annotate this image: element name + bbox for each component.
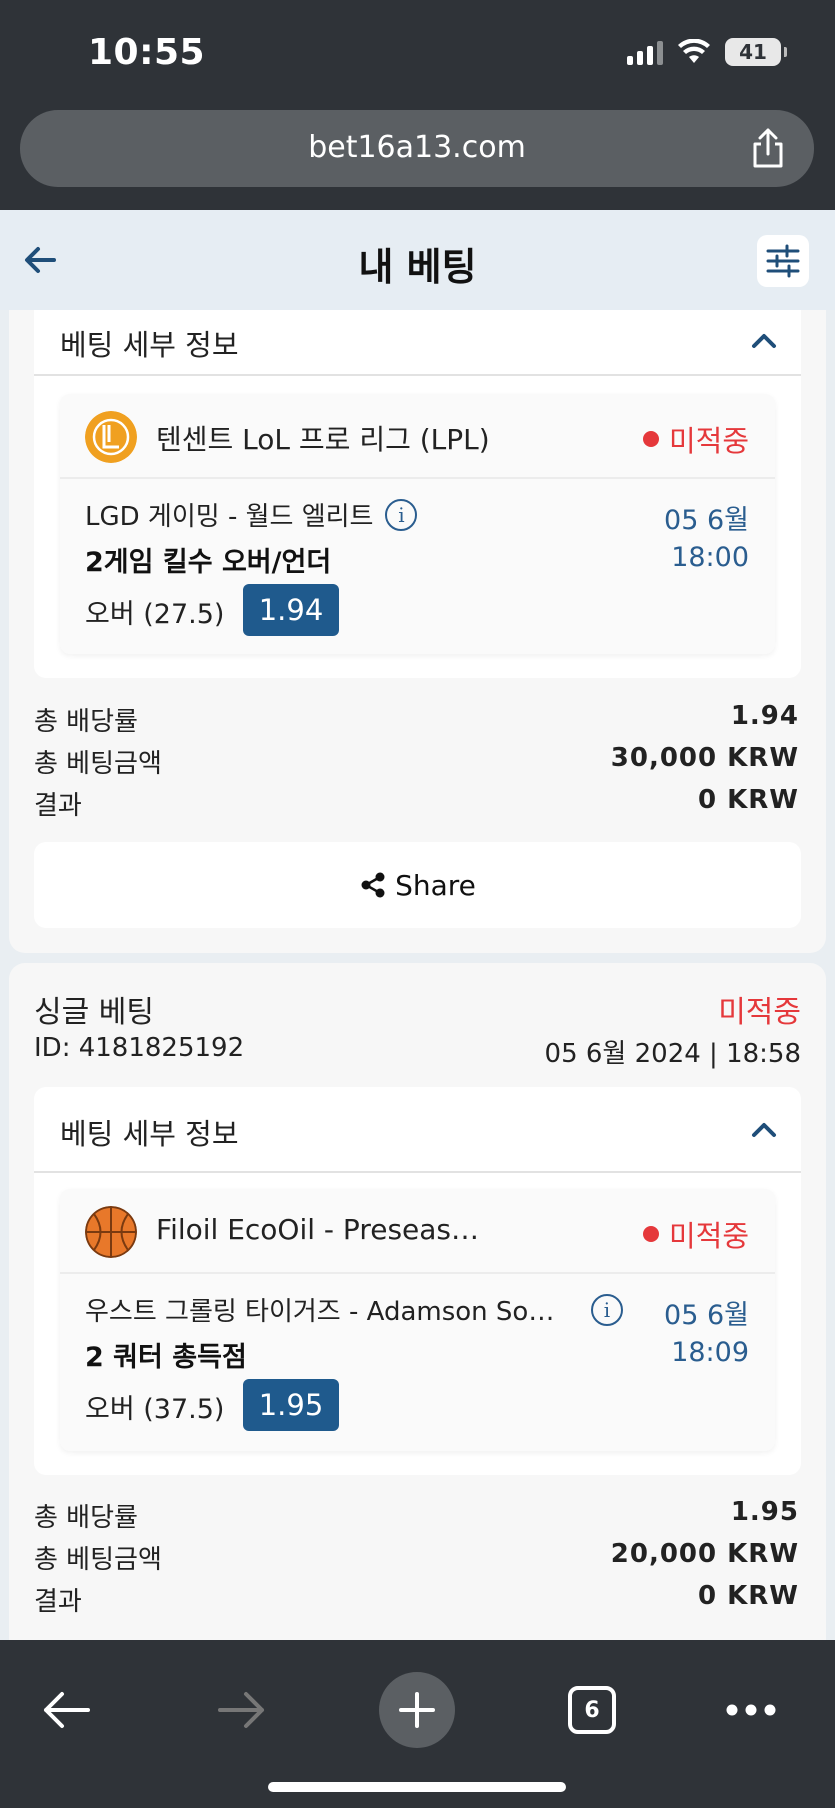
league-name: Filoil EcoOil - Preseason Cup — [156, 1213, 486, 1246]
chevron-up-icon[interactable] — [749, 1115, 779, 1145]
bet-details-header[interactable]: 베팅 세부 정보 — [34, 310, 801, 376]
result-value: 0 KRW — [698, 785, 799, 815]
league-row: 텐센트 LoL 프로 리그 (LPL) 미적중 — [60, 394, 775, 479]
bet-card: 베팅 세부 정보 텐센트 LoL 프로 리그 (LPL) 미적중 LGD 게이밍… — [9, 310, 826, 953]
basketball-icon — [85, 1206, 137, 1258]
selection-status: 미적중 — [642, 1213, 749, 1255]
odds-badge: 1.95 — [243, 1379, 339, 1431]
bet-type: 싱글 베팅 — [34, 995, 154, 1030]
result-label: 결과 — [34, 791, 82, 821]
match-name: 우스트 그롤링 타이거즈 - Adamson Soaring Falcons — [85, 1297, 567, 1327]
browser-back-button[interactable] — [26, 1670, 106, 1750]
info-icon[interactable]: i — [385, 498, 418, 531]
event-date: 05 6월 — [664, 1300, 749, 1331]
info-icon[interactable]: i — [591, 1293, 623, 1326]
total-stake-label: 총 베팅금액 — [34, 1545, 162, 1575]
new-tab-button[interactable] — [377, 1670, 457, 1750]
bet-details-title: 베팅 세부 정보 — [60, 328, 239, 362]
total-odds-value: 1.95 — [730, 1497, 799, 1527]
browser-url-area: bet16a13.com — [0, 100, 835, 210]
total-odds-row: 총 배당률 1.95 — [34, 1497, 799, 1534]
status-time: 10:55 — [88, 32, 206, 73]
bet-selection: 텐센트 LoL 프로 리그 (LPL) 미적중 LGD 게이밍 - 월드 엘리트… — [60, 394, 775, 654]
share-label: Share — [395, 868, 476, 902]
lost-dot-icon — [642, 431, 659, 447]
bet-details-header[interactable]: 베팅 세부 정보 — [34, 1087, 801, 1173]
arrow-right-icon — [218, 1692, 264, 1728]
match-row: LGD 게이밍 - 월드 엘리트 i — [85, 496, 418, 533]
total-odds-row: 총 배당률 1.94 — [34, 701, 799, 738]
more-button[interactable] — [711, 1670, 791, 1750]
url-text: bet16a13.com — [308, 130, 526, 165]
total-stake-row: 총 베팅금액 20,000 KRW — [34, 1539, 799, 1576]
status-icons: 41 — [627, 38, 787, 66]
filter-button[interactable] — [757, 235, 809, 287]
bet-details-panel: 베팅 세부 정보 텐센트 LoL 프로 리그 (LPL) 미적중 LGD 게이밍… — [34, 310, 801, 678]
share-nodes-icon — [361, 872, 385, 898]
selection-status-text: 미적중 — [668, 424, 749, 458]
market-name: 2 쿼터 총득점 — [85, 1342, 247, 1373]
arrow-left-icon — [44, 1692, 90, 1728]
selection-name: 오버 (37.5) — [85, 1394, 225, 1425]
bet-details-panel: 베팅 세부 정보 Filoil EcoOil - Preseason Cup 미… — [34, 1087, 801, 1475]
odds-badge: 1.94 — [243, 584, 339, 636]
result-label: 결과 — [34, 1587, 82, 1617]
event-time: 18:09 — [671, 1337, 749, 1368]
bet-status: 미적중 — [718, 995, 801, 1030]
lol-league-icon — [85, 411, 137, 463]
share-icon[interactable] — [746, 126, 790, 170]
match-row: 우스트 그롤링 타이거즈 - Adamson Soaring Falcons i — [85, 1291, 623, 1328]
bet-placed-date: 05 6월 2024 | 18:58 — [544, 1039, 801, 1069]
page-title: 내 베팅 — [358, 245, 477, 289]
app-header: 내 베팅 — [0, 210, 835, 310]
bet-details-title: 베팅 세부 정보 — [60, 1117, 239, 1151]
total-stake-row: 총 베팅금액 30,000 KRW — [34, 743, 799, 780]
sliders-icon — [766, 244, 800, 278]
home-indicator — [268, 1782, 566, 1792]
total-stake-value: 30,000 KRW — [610, 743, 799, 773]
result-row: 결과 0 KRW — [34, 1581, 799, 1618]
share-button[interactable]: Share — [34, 842, 801, 928]
chevron-up-icon[interactable] — [749, 326, 779, 356]
total-odds-label: 총 배당률 — [34, 707, 138, 737]
browser-toolbar: 6 — [0, 1640, 835, 1808]
total-stake-value: 20,000 KRW — [610, 1539, 799, 1569]
result-value: 0 KRW — [698, 1581, 799, 1611]
more-dots-icon — [726, 1704, 776, 1716]
lost-dot-icon — [642, 1226, 659, 1242]
total-odds-label: 총 배당률 — [34, 1503, 138, 1533]
selection-status: 미적중 — [642, 418, 749, 460]
match-name: LGD 게이밍 - 월드 엘리트 — [85, 502, 374, 532]
league-name: 텐센트 LoL 프로 리그 (LPL) — [156, 423, 490, 456]
plus-icon — [379, 1672, 455, 1748]
browser-forward-button[interactable] — [202, 1670, 282, 1750]
bet-card: 싱글 베팅 미적중 ID: 4181825192 05 6월 2024 | 18… — [9, 963, 826, 1640]
bet-id: ID: 4181825192 — [34, 1033, 245, 1063]
wifi-icon — [678, 39, 710, 63]
event-date: 05 6월 — [664, 505, 749, 536]
battery-indicator: 41 — [725, 38, 787, 66]
tabs-button[interactable]: 6 — [552, 1670, 632, 1750]
market-name: 2게임 킬수 오버/언더 — [85, 547, 332, 578]
league-row: Filoil EcoOil - Preseason Cup 미적중 — [60, 1189, 775, 1274]
total-odds-value: 1.94 — [730, 701, 799, 731]
signal-icon — [627, 39, 663, 65]
total-stake-label: 총 베팅금액 — [34, 749, 162, 779]
address-bar[interactable]: bet16a13.com — [20, 110, 814, 187]
result-row: 결과 0 KRW — [34, 785, 799, 822]
event-time: 18:00 — [671, 542, 749, 573]
tabs-count: 6 — [568, 1686, 616, 1734]
bet-selection: Filoil EcoOil - Preseason Cup 미적중 우스트 그롤… — [60, 1189, 775, 1451]
bets-list[interactable]: 베팅 세부 정보 텐센트 LoL 프로 리그 (LPL) 미적중 LGD 게이밍… — [0, 310, 835, 1640]
selection-status-text: 미적중 — [668, 1219, 749, 1253]
selection-name: 오버 (27.5) — [85, 599, 225, 630]
status-bar: 10:55 41 — [0, 0, 835, 100]
